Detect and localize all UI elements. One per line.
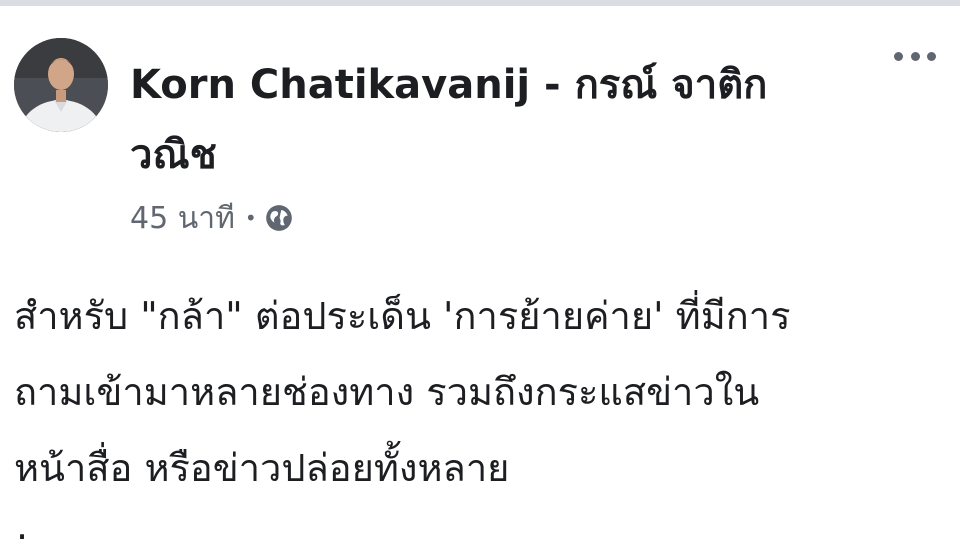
avatar[interactable] [14, 38, 108, 132]
more-dot [894, 51, 903, 61]
post-text-line: ถามเข้ามาหลายช่องทาง รวมถึงกระแสข่าวใน [14, 370, 760, 414]
more-options-icon[interactable] [894, 46, 936, 66]
more-dot [927, 51, 936, 61]
post-text-line: สำหรับ "กล้า" ต่อประเด็น 'การย้ายค่าย' ท… [14, 294, 791, 338]
post-text-trailing: . [16, 504, 29, 548]
post-meta: 45 นาที • [130, 198, 293, 238]
globe-icon[interactable] [265, 204, 293, 232]
post-text-line: หน้าสื่อ หรือข่าวปล่อยทั้งหลาย [14, 446, 510, 490]
more-dot [910, 51, 920, 61]
post-time[interactable]: 45 นาที [130, 195, 235, 242]
post-text: สำหรับ "กล้า" ต่อประเด็น 'การย้ายค่าย' ท… [14, 278, 954, 506]
facebook-post: Korn Chatikavanij - กรณ์ จาติกวณิช 45 นา… [0, 6, 960, 546]
author-name[interactable]: Korn Chatikavanij - กรณ์ จาติกวณิช [130, 50, 830, 190]
avatar-image [14, 38, 108, 132]
meta-separator: • [244, 206, 257, 230]
